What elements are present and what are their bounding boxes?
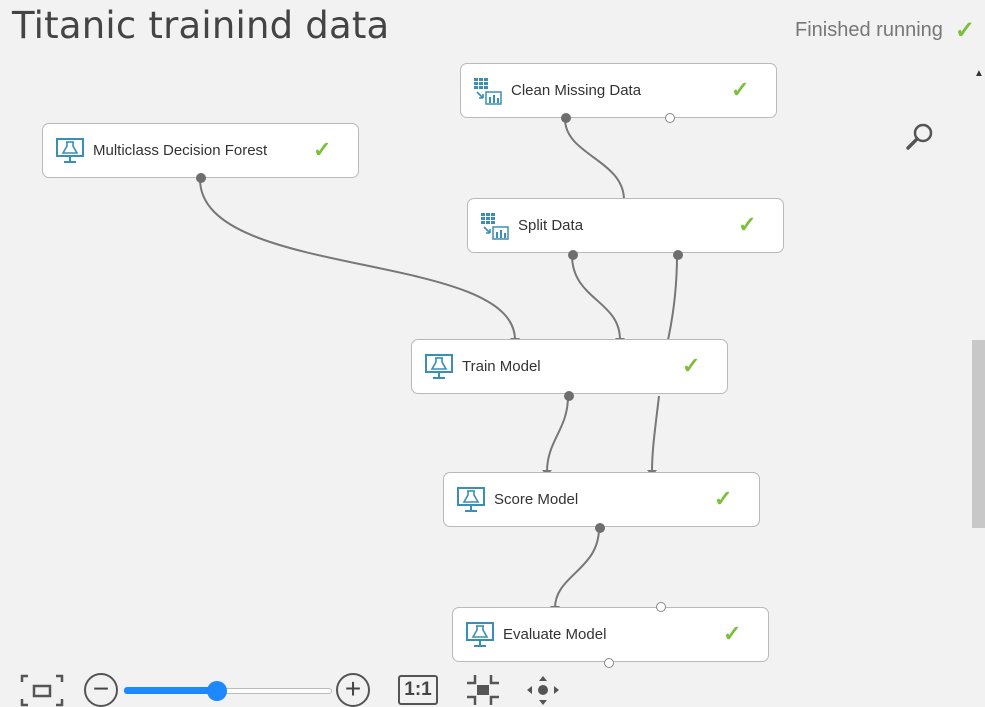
node-score-model[interactable]: Score Model ✓ — [443, 472, 760, 533]
edge-score-evaluate — [554, 527, 600, 609]
edge-split-score-b — [651, 395, 660, 473]
output-port[interactable] — [564, 391, 574, 401]
check-icon: ✓ — [313, 137, 332, 162]
check-icon: ✓ — [714, 486, 733, 511]
check-icon: ✓ — [682, 353, 701, 378]
zoom-slider-fill — [124, 687, 218, 694]
node-multiclass-decision-forest[interactable]: Multiclass Decision Forest ✓ — [42, 123, 359, 183]
search-icon[interactable] — [904, 120, 938, 154]
edge-split-train — [571, 254, 621, 341]
node-train-model[interactable]: Train Model ✓ — [411, 339, 728, 401]
edge-train-score — [546, 395, 569, 473]
node-split-data[interactable]: Split Data ✓ — [467, 198, 784, 260]
node-evaluate-model[interactable]: Evaluate Model ✓ — [452, 602, 769, 668]
node-clean-missing-data[interactable]: Clean Missing Data ✓ — [460, 63, 777, 123]
output-port-2[interactable] — [673, 250, 683, 260]
data-transform-icon — [481, 213, 509, 240]
check-icon: ✓ — [738, 212, 757, 237]
node-label: Train Model — [462, 358, 541, 375]
input-port-empty[interactable] — [656, 602, 666, 612]
node-label: Multiclass Decision Forest — [93, 142, 268, 159]
node-label: Evaluate Model — [503, 626, 607, 643]
model-icon — [466, 622, 494, 647]
model-icon — [457, 487, 485, 512]
edge-clean-split — [564, 118, 625, 201]
output-port[interactable] — [196, 173, 206, 183]
node-label: Score Model — [494, 491, 579, 508]
node-label: Clean Missing Data — [511, 82, 642, 99]
scrollbar-thumb[interactable] — [972, 340, 985, 528]
output-port-empty[interactable] — [604, 658, 614, 668]
zoom-in-icon[interactable]: + — [336, 673, 370, 707]
edge-split-score-a — [667, 254, 678, 341]
data-transform-icon — [474, 78, 502, 105]
check-icon: ✓ — [731, 77, 750, 102]
node-label: Split Data — [518, 217, 584, 234]
actual-size-icon[interactable]: 1:1 — [398, 675, 438, 705]
scroll-up-arrow[interactable]: ▲ — [974, 68, 984, 79]
fit-to-screen-icon[interactable] — [20, 674, 64, 707]
zoom-slider-thumb[interactable] — [207, 681, 227, 701]
pan-icon[interactable] — [525, 674, 561, 707]
output-port-empty[interactable] — [665, 113, 675, 123]
output-port[interactable] — [595, 523, 605, 533]
model-icon — [56, 138, 84, 163]
zoom-out-icon[interactable]: − — [84, 673, 118, 707]
center-icon[interactable] — [465, 673, 501, 707]
model-icon — [425, 354, 453, 379]
check-icon: ✓ — [723, 621, 742, 646]
output-port-1[interactable] — [568, 250, 578, 260]
output-port[interactable] — [561, 113, 571, 123]
